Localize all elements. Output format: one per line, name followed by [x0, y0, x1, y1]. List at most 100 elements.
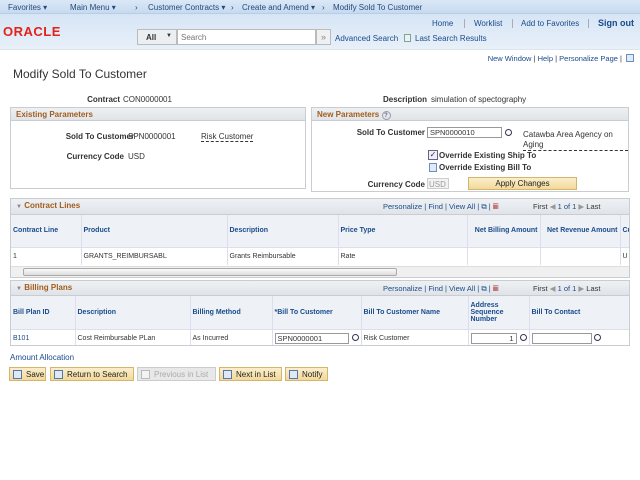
bill-to-contact-input[interactable] — [531, 332, 592, 344]
lookup-icon[interactable] — [519, 333, 527, 341]
previous-icon — [141, 370, 150, 379]
pagination: First ◀ 1 of 1 ▶ Last — [533, 202, 600, 211]
override-bill-checkbox[interactable] — [429, 163, 437, 172]
lookup-icon[interactable] — [351, 333, 359, 341]
cell: Grants Reimbursable — [227, 246, 339, 265]
personalize-link[interactable]: Personalize — [383, 284, 422, 293]
label: Save — [26, 370, 45, 379]
label: Previous in List — [154, 370, 209, 379]
search-input[interactable] — [177, 29, 316, 45]
breadcrumb-customer-contracts[interactable]: Customer Contracts ▾ — [148, 3, 225, 12]
lookup-icon[interactable] — [505, 129, 512, 136]
header-row: Contract Line Product Description Price … — [11, 215, 629, 247]
cell: Rate — [338, 246, 468, 265]
previous-in-list-button[interactable]: Previous in List — [137, 367, 216, 381]
existing-parameters-panel: Existing Parameters Sold To Customer SPN… — [10, 107, 306, 189]
search-scope-select[interactable]: All ▼ — [137, 29, 177, 45]
cell: SPN0000001 — [272, 328, 362, 345]
first-label: First — [533, 284, 548, 293]
col-bill-to-name: Bill To Customer Name — [361, 296, 469, 329]
oracle-logo: ORACLE — [3, 24, 61, 39]
cell: Risk Customer — [361, 328, 469, 345]
lookup-icon[interactable] — [593, 333, 601, 341]
billing-plans-grid: ▼ Billing Plans Personalize | Find | Vie… — [10, 280, 630, 346]
label: Return to Search — [67, 370, 128, 379]
grid-title: Contract Lines — [24, 201, 81, 210]
first-label: First — [533, 202, 548, 211]
horizontal-scrollbar[interactable] — [11, 266, 629, 277]
billing-plans-table: Bill Plan ID Description Billing Method … — [11, 296, 629, 345]
collapse-icon[interactable]: ▼ — [16, 286, 22, 292]
header-row: Bill Plan ID Description Billing Method … — [11, 296, 629, 329]
view-all-link[interactable]: View All — [449, 284, 475, 293]
personalize-page-link[interactable]: Personalize Page — [559, 54, 618, 63]
worklist-link[interactable]: Worklist — [474, 19, 502, 28]
next-in-list-button[interactable]: Next in List — [219, 367, 282, 381]
col-product: Product — [81, 215, 228, 247]
description-label: Description — [382, 95, 427, 104]
prev-icon[interactable]: ◀ — [550, 202, 556, 211]
dropdown-arrow-icon: ▼ — [166, 33, 172, 39]
find-link[interactable]: Find — [428, 202, 443, 211]
label: Notify — [302, 370, 323, 379]
grid-icon[interactable] — [626, 54, 634, 62]
return-icon — [54, 370, 63, 379]
main-menu[interactable]: Main Menu ▾ — [70, 3, 116, 12]
override-ship-label: Override Existing Ship To — [439, 151, 537, 160]
next-icon[interactable]: ▶ — [578, 202, 584, 211]
breadcrumb-create-amend[interactable]: Create and Amend ▾ — [242, 3, 315, 12]
help-icon[interactable]: ? — [381, 111, 391, 120]
find-link[interactable]: Find — [428, 284, 443, 293]
col-description: Description — [227, 215, 339, 247]
sign-out-link[interactable]: Sign out — [598, 18, 634, 28]
view-all-link[interactable]: View All — [449, 202, 475, 211]
save-button[interactable]: Save — [9, 367, 46, 381]
page-bar: New Window | Help | Personalize Page | — [487, 54, 622, 63]
next-icon[interactable]: ▶ — [578, 284, 584, 293]
download-icon[interactable]: ▦ — [493, 202, 499, 211]
notify-button[interactable]: Notify — [285, 367, 328, 381]
save-icon — [13, 370, 22, 379]
collapse-icon[interactable]: ▼ — [16, 204, 22, 210]
home-link[interactable]: Home — [432, 19, 453, 28]
last-search-icon — [404, 34, 411, 42]
cell: 1 — [468, 328, 530, 345]
address-seq-input[interactable]: 1 — [470, 332, 517, 344]
col-bill-to-customer: *Bill To Customer — [272, 296, 362, 329]
prev-icon[interactable]: ◀ — [550, 284, 556, 293]
last-search-results-link[interactable]: Last Search Results — [415, 34, 487, 43]
zoom-icon[interactable]: ⧉ — [481, 284, 486, 293]
new-parameters-panel: New Parameters ? Sold To Customer SPN000… — [311, 107, 629, 192]
panel-title: New Parameters ? — [312, 108, 628, 121]
advanced-search-link[interactable]: Advanced Search — [335, 34, 398, 43]
favorites-menu[interactable]: Favorites ▾ — [8, 3, 47, 12]
scrollbar-thumb[interactable] — [23, 268, 397, 276]
bill-to-customer-input[interactable]: SPN0000001 — [274, 332, 349, 344]
chevron-icon: › — [231, 3, 234, 12]
zoom-icon[interactable]: ⧉ — [481, 202, 486, 211]
label: All — [146, 33, 157, 42]
amount-allocation-link[interactable]: Amount Allocation — [10, 353, 74, 362]
label: Next in List — [236, 370, 276, 379]
download-icon[interactable]: ▦ — [493, 284, 499, 293]
help-link[interactable]: Help — [538, 54, 553, 63]
label: Favorites — [8, 3, 41, 12]
personalize-link[interactable]: Personalize — [383, 202, 422, 211]
sold-to-input[interactable]: SPN0000010 — [427, 127, 502, 138]
search-go-button[interactable]: » — [316, 29, 331, 45]
return-to-search-button[interactable]: Return to Search — [50, 367, 134, 381]
override-bill-label: Override Existing Bill To — [439, 163, 532, 172]
table-row: 1 GRANTS_REIMBURSABL Grants Reimbursable… — [11, 246, 629, 265]
description-value: simulation of spectography — [431, 95, 527, 104]
col-description: Description — [75, 296, 191, 329]
divider — [464, 19, 465, 28]
add-to-favorites-link[interactable]: Add to Favorites — [521, 19, 579, 28]
new-window-link[interactable]: New Window — [488, 54, 532, 63]
cell — [540, 246, 621, 265]
label: Create and Amend — [242, 3, 309, 12]
bill-plan-link[interactable]: B101 — [13, 335, 29, 342]
apply-changes-button[interactable]: Apply Changes — [468, 177, 577, 190]
override-ship-checkbox[interactable]: ✓ — [428, 150, 438, 160]
notify-icon — [289, 370, 298, 379]
col-bill-plan-id: Bill Plan ID — [11, 296, 76, 329]
